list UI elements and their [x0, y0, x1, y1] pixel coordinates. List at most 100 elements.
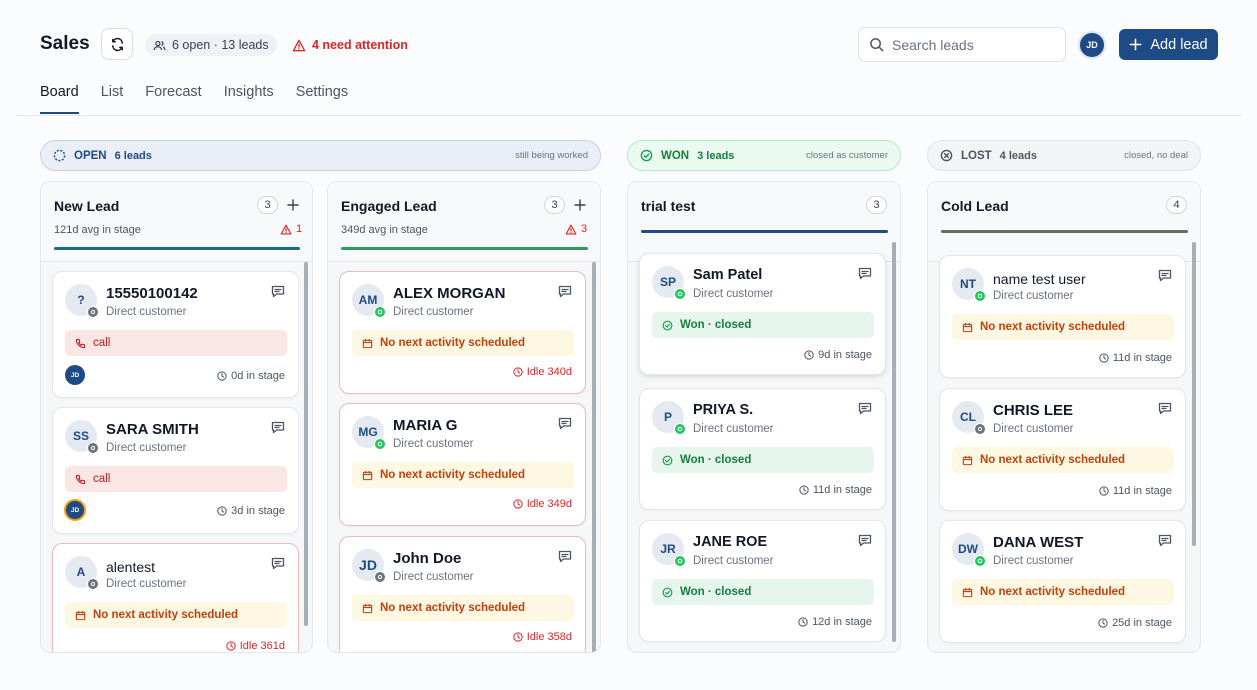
tab-forecast[interactable]: Forecast — [145, 84, 201, 114]
lead-card[interactable]: JR JANE ROE Direct customer Won · closed… — [639, 520, 886, 642]
clock-icon — [217, 506, 227, 516]
tab-insights[interactable]: Insights — [224, 84, 274, 114]
lead-card[interactable]: SS SARA SMITH Direct customer call JD 3d… — [52, 407, 299, 534]
add-lead-label: Add lead — [1150, 36, 1208, 53]
comment-button[interactable] — [271, 557, 285, 570]
lead-card[interactable]: JD John Doe Direct customer No next acti… — [339, 536, 586, 652]
comment-button[interactable] — [558, 417, 572, 430]
comment-button[interactable] — [271, 421, 285, 434]
comment-icon — [558, 550, 572, 563]
add-card-button[interactable] — [284, 195, 302, 215]
group-won-note: closed as customer — [806, 150, 888, 161]
lead-card[interactable]: AM ALEX MORGAN Direct customer No next a… — [339, 271, 586, 394]
next-activity-pill[interactable]: No next activity scheduled — [65, 602, 287, 628]
column-color-bar — [641, 230, 888, 233]
next-activity-text: No next activity scheduled — [980, 321, 1126, 333]
attention-indicator[interactable]: 4 need attention — [292, 34, 408, 56]
plus-icon — [1129, 38, 1142, 51]
lead-card[interactable]: SP Sam Patel Direct customer Won · close… — [639, 253, 886, 375]
clock-icon — [513, 632, 523, 642]
clock-icon — [513, 367, 523, 377]
comment-button[interactable] — [1158, 269, 1172, 282]
column-alert-count: 3 — [581, 223, 588, 235]
email-icon — [87, 442, 99, 454]
phone-icon — [75, 338, 86, 348]
comment-button[interactable] — [271, 285, 285, 298]
lead-card[interactable]: MG MARIA G Direct customer No next activ… — [339, 403, 586, 526]
user-avatar[interactable]: JD — [1078, 31, 1106, 59]
tab-list[interactable]: List — [101, 84, 124, 114]
column-title: New Lead — [54, 198, 120, 214]
next-activity-text: call — [93, 473, 111, 485]
scrollbar[interactable] — [892, 242, 896, 642]
comment-button[interactable] — [858, 402, 872, 415]
idle-duration-text: Idle 358d — [526, 631, 572, 643]
idle-duration: Idle 340d — [513, 366, 572, 378]
next-activity-pill[interactable]: No next activity scheduled — [952, 447, 1174, 473]
refresh-button[interactable] — [101, 28, 133, 60]
stage-duration: 3d in stage — [217, 505, 285, 517]
calendar-icon — [962, 587, 973, 597]
tab-settings[interactable]: Settings — [296, 84, 348, 114]
lead-card[interactable]: ? 15550100142 Direct customer call JD 0d… — [52, 271, 299, 398]
lead-card[interactable]: DW DANA WEST Direct customer No next act… — [939, 520, 1186, 643]
calendar-icon — [362, 603, 373, 613]
whatsapp-icon — [374, 438, 386, 450]
search-box[interactable] — [858, 27, 1066, 62]
attention-text: 4 need attention — [312, 38, 408, 52]
add-card-button[interactable] — [571, 195, 589, 215]
column-color-bar — [941, 230, 1188, 233]
lead-card[interactable]: CL CHRIS LEE Direct customer No next act… — [939, 388, 1186, 511]
group-lost-name: LOST — [961, 149, 992, 162]
lead-card[interactable]: A alentest Direct customer No next activ… — [52, 543, 299, 652]
column-count-badge: 3 — [866, 196, 887, 214]
whatsapp-icon — [674, 555, 686, 567]
column-alert: 1 — [280, 223, 302, 235]
scrollbar[interactable] — [1192, 242, 1196, 546]
next-activity-pill[interactable]: No next activity scheduled — [952, 314, 1174, 340]
scrollbar[interactable] — [592, 262, 596, 652]
search-input[interactable] — [892, 36, 1052, 53]
column-body: AM ALEX MORGAN Direct customer No next a… — [328, 262, 600, 652]
next-activity-pill[interactable]: call — [65, 330, 287, 356]
scrollbar[interactable] — [304, 262, 308, 626]
lead-card[interactable]: P PRIYA S. Direct customer Won · closed … — [639, 388, 886, 510]
comment-button[interactable] — [1158, 402, 1172, 415]
lead-card[interactable]: NT name test user Direct customer No nex… — [939, 255, 1186, 378]
next-activity-pill[interactable]: No next activity scheduled — [352, 462, 574, 488]
comment-button[interactable] — [558, 285, 572, 298]
comment-button[interactable] — [558, 550, 572, 563]
lead-name: name test user — [993, 271, 1086, 287]
comment-icon — [858, 402, 872, 415]
lead-name: ALEX MORGAN — [393, 285, 506, 302]
lead-count-badge: 6 open · 13 leads — [145, 34, 277, 56]
lead-name: PRIYA S. — [693, 402, 754, 418]
column-title: trial test — [641, 198, 696, 214]
comment-button[interactable] — [858, 534, 872, 547]
clock-icon — [217, 371, 227, 381]
column-new-lead: New Lead 3 121d avg in stage 1 ? 1555010… — [40, 181, 313, 653]
column-alert: 3 — [565, 223, 587, 235]
next-activity-pill[interactable]: call — [65, 466, 287, 492]
next-activity-pill[interactable]: No next activity scheduled — [352, 330, 574, 356]
search-icon — [870, 38, 884, 52]
idle-duration: Idle 361d — [226, 640, 285, 652]
next-activity-pill[interactable]: No next activity scheduled — [352, 595, 574, 621]
add-lead-button[interactable]: Add lead — [1119, 29, 1218, 60]
lead-type: Direct customer — [693, 555, 774, 567]
tab-board[interactable]: Board — [40, 84, 79, 114]
clock-icon — [226, 641, 236, 651]
group-lost-note: closed, no deal — [1124, 150, 1188, 161]
column-count-badge: 3 — [257, 196, 278, 214]
stage-duration-text: 11d in stage — [1112, 352, 1172, 364]
comment-icon — [1158, 402, 1172, 415]
lead-name: alentest — [106, 559, 156, 575]
comment-icon — [858, 267, 872, 280]
plus-icon — [287, 199, 299, 211]
calendar-icon — [962, 322, 973, 332]
lead-type: Direct customer — [393, 306, 474, 318]
comment-button[interactable] — [1158, 534, 1172, 547]
comment-button[interactable] — [858, 267, 872, 280]
calendar-icon — [75, 610, 86, 620]
next-activity-pill[interactable]: No next activity scheduled — [952, 579, 1174, 605]
